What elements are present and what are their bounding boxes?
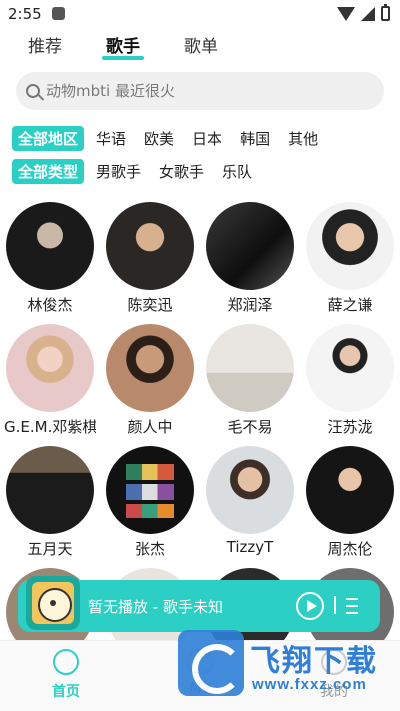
artist-avatar (306, 324, 394, 412)
artist-card[interactable]: 周杰伦 (304, 446, 396, 559)
status-bar: 2:55 (0, 0, 400, 28)
filter-type-all[interactable]: 全部类型 (12, 159, 85, 184)
wifi-icon (337, 6, 355, 21)
artist-name: G.E.M.邓紫棋 (4, 418, 96, 436)
artist-avatar (106, 446, 194, 534)
filter-region-japan[interactable]: 日本 (186, 126, 228, 151)
artist-avatar (206, 446, 294, 534)
tab-indicator (102, 56, 144, 60)
artist-card[interactable]: 陈奕迅 (104, 202, 196, 315)
artist-avatar (206, 324, 294, 412)
artist-card[interactable]: TizzyT (204, 446, 296, 556)
signal-icon (361, 6, 375, 21)
watermark: 飞翔下载 www.fxxz.com (178, 630, 393, 704)
playlist-button[interactable] (334, 592, 358, 620)
artist-name: TizzyT (226, 538, 274, 556)
watermark-url: www.fxxz.com (252, 676, 367, 693)
artist-name: 张杰 (134, 540, 165, 558)
search-icon (26, 84, 40, 98)
now-playing-title: 暂无播放 - 歌手未知 (88, 598, 223, 616)
play-button[interactable] (296, 592, 324, 620)
nav-home[interactable]: 首页 (26, 649, 106, 701)
artist-avatar (306, 446, 394, 534)
artist-card[interactable]: 毛不易 (204, 324, 296, 437)
filter-region-chinese[interactable]: 华语 (90, 126, 132, 151)
artist-card[interactable]: 郑润泽 (204, 202, 296, 315)
type-filter-row: 全部类型 男歌手 女歌手 乐队 (12, 159, 264, 184)
region-filter-row: 全部地区 华语 欧美 日本 韩国 其他 (12, 126, 330, 151)
artist-card[interactable]: 颜人中 (104, 324, 196, 437)
artist-name: 五月天 (27, 540, 73, 558)
search-input[interactable] (46, 82, 366, 100)
home-icon (53, 649, 79, 675)
filter-type-band[interactable]: 乐队 (216, 159, 258, 184)
artist-avatar (206, 202, 294, 290)
artist-avatar (6, 202, 94, 290)
artist-card[interactable]: G.E.M.邓紫棋 (4, 324, 96, 437)
artist-card[interactable]: 薛之谦 (304, 202, 396, 315)
artist-name: 毛不易 (227, 418, 273, 436)
search-bar[interactable] (16, 72, 384, 110)
filter-type-male[interactable]: 男歌手 (90, 159, 147, 184)
artist-avatar (306, 202, 394, 290)
artist-name: 周杰伦 (327, 540, 373, 558)
artist-avatar (6, 446, 94, 534)
filter-region-western[interactable]: 欧美 (138, 126, 180, 151)
filter-region-other[interactable]: 其他 (282, 126, 324, 151)
artist-card[interactable]: 五月天 (4, 446, 96, 559)
nav-home-label: 首页 (52, 684, 80, 700)
top-tabs: 推荐 歌手 歌单 (0, 28, 400, 64)
watermark-logo-icon (178, 630, 244, 696)
tab-recommend[interactable]: 推荐 (28, 32, 62, 57)
artist-name: 汪苏泷 (327, 418, 373, 436)
artist-name: 颜人中 (127, 418, 173, 436)
system-icons (337, 4, 390, 21)
artist-card[interactable]: 张杰 (104, 446, 196, 559)
artist-card[interactable]: 林俊杰 (4, 202, 96, 315)
tab-playlists[interactable]: 歌单 (184, 32, 218, 57)
watermark-text: 飞翔下载 (250, 644, 378, 679)
record-icon (32, 582, 74, 624)
artist-name: 郑润泽 (227, 296, 273, 314)
filter-region-korea[interactable]: 韩国 (234, 126, 276, 151)
mini-player[interactable]: 暂无播放 - 歌手未知 (18, 576, 380, 632)
artist-avatar (6, 324, 94, 412)
status-time: 2:55 (8, 5, 42, 23)
notification-icon (52, 7, 65, 20)
artist-avatar (106, 324, 194, 412)
artist-name: 林俊杰 (27, 296, 73, 314)
artist-avatar (106, 202, 194, 290)
artist-name: 陈奕迅 (127, 296, 173, 314)
filter-region-all[interactable]: 全部地区 (12, 126, 85, 151)
artist-name: 薛之谦 (327, 296, 373, 314)
artist-card[interactable]: 汪苏泷 (304, 324, 396, 437)
tab-singers[interactable]: 歌手 (106, 32, 140, 57)
album-art[interactable] (26, 576, 80, 630)
filter-type-female[interactable]: 女歌手 (153, 159, 210, 184)
battery-icon (381, 4, 390, 21)
